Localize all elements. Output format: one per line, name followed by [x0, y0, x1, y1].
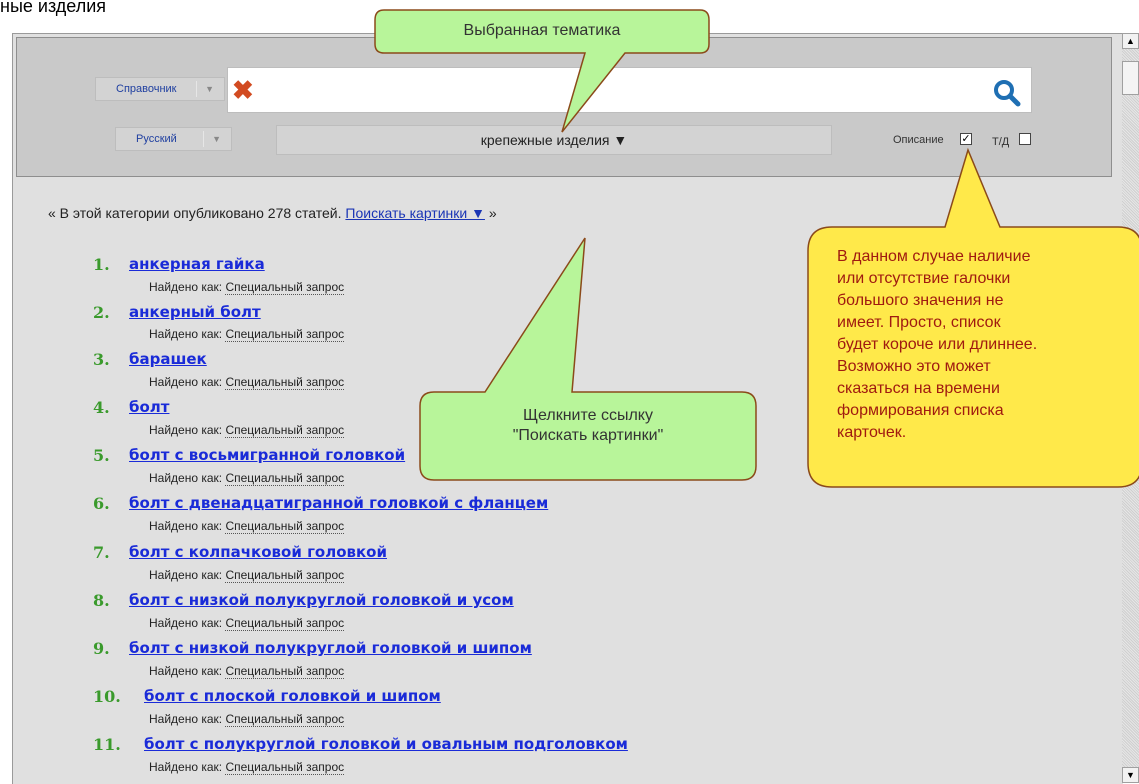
callout-note-text: В данном случае наличие или отсутствие г… [837, 248, 1038, 441]
callout-selected-topic-text: Выбранная тематика [463, 22, 621, 39]
callout-click-link-text: Щелкните ссылку "Поискать картинки" [512, 407, 664, 444]
